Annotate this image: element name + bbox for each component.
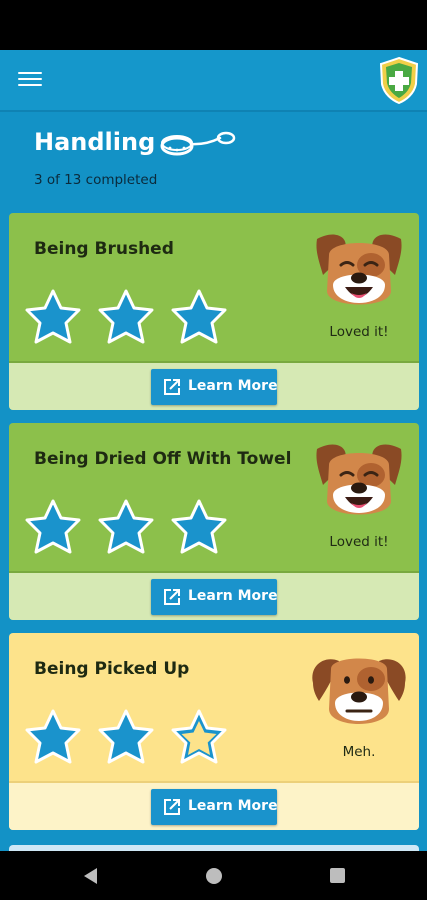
learn-more-button[interactable]: Learn More [151, 369, 278, 405]
shield-cross-icon[interactable] [378, 56, 420, 104]
external-link-icon [164, 379, 180, 395]
system-nav-bar [0, 851, 427, 900]
neutral-dog-icon [309, 645, 409, 737]
recents-icon[interactable] [330, 868, 345, 883]
star-outline-icon [171, 709, 227, 764]
skill-card: Being Picked Up Meh. Learn More [9, 633, 419, 830]
learn-more-button[interactable]: Learn More [151, 579, 278, 615]
card-footer: Learn More [9, 361, 419, 410]
learn-more-button[interactable]: Learn More [151, 789, 278, 825]
reaction-label: Loved it! [329, 324, 389, 340]
happy-dog-icon [309, 225, 409, 317]
card-footer: Learn More [9, 781, 419, 830]
progress-text: 3 of 13 completed [34, 172, 158, 188]
star-filled-icon [25, 709, 81, 764]
star-filled-icon [98, 289, 154, 344]
star-filled-icon [171, 499, 227, 554]
skill-card: Being Brushed Loved it! Learn More [9, 213, 419, 410]
skill-title: Being Dried Off With Towel [34, 449, 292, 469]
card-body: Being Brushed Loved it! [9, 213, 419, 361]
skill-title: Being Brushed [34, 239, 174, 259]
app-bar [0, 50, 427, 112]
skill-title: Being Picked Up [34, 659, 190, 679]
reaction-label: Loved it! [329, 534, 389, 550]
collar-leash-icon [160, 131, 236, 156]
reaction-label: Meh. [342, 744, 376, 760]
home-icon[interactable] [206, 868, 222, 884]
star-filled-icon [98, 499, 154, 554]
star-filled-icon [25, 289, 81, 344]
star-filled-icon [25, 499, 81, 554]
star-filled-icon [98, 709, 154, 764]
learn-more-label: Learn More [188, 378, 278, 394]
star-filled-icon [171, 289, 227, 344]
external-link-icon [164, 799, 180, 815]
external-link-icon [164, 589, 180, 605]
back-icon[interactable] [82, 867, 98, 885]
skill-card: Being Dried Off With Towel Loved it! Lea… [9, 423, 419, 620]
card-footer: Learn More [9, 571, 419, 620]
learn-more-label: Learn More [188, 798, 278, 814]
learn-more-label: Learn More [188, 588, 278, 604]
status-bar [0, 0, 427, 50]
page-title: Handling [34, 128, 156, 156]
card-body: Being Picked Up Meh. [9, 633, 419, 781]
happy-dog-icon [309, 435, 409, 527]
hamburger-menu-icon[interactable] [16, 68, 44, 92]
card-body: Being Dried Off With Towel Loved it! [9, 423, 419, 571]
